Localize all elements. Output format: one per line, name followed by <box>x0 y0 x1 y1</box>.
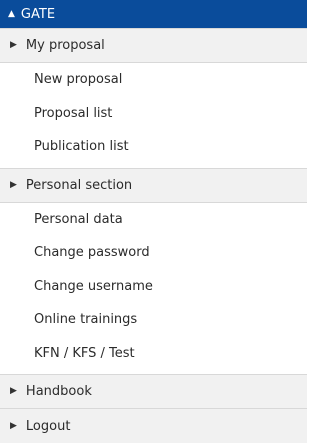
triangle-right-icon: ▶ <box>10 40 17 50</box>
section-label: My proposal <box>25 38 105 53</box>
gate-menu-title: GATE <box>20 6 56 22</box>
menu-item-proposal-list[interactable]: Proposal list <box>0 96 307 130</box>
section-label: Handbook <box>25 384 92 399</box>
menu-item-new-proposal[interactable]: New proposal <box>0 63 307 97</box>
menu-item-online-trainings[interactable]: Online trainings <box>0 303 307 337</box>
section-handbook[interactable]: ▶ Handbook <box>0 374 307 409</box>
menu-item-personal-data[interactable]: Personal data <box>0 202 307 236</box>
gate-menu: ▲ GATE ▶ My proposal New proposal Propos… <box>0 0 307 443</box>
menu-item-change-password[interactable]: Change password <box>0 236 307 270</box>
section-label: Personal section <box>25 177 133 193</box>
gate-menu-header[interactable]: ▲ GATE <box>0 0 307 28</box>
menu-item-publication-list[interactable]: Publication list <box>0 130 307 164</box>
section-logout[interactable]: ▶ Logout <box>0 409 307 443</box>
menu-item-kfn-kfs-test[interactable]: KFN / KFS / Test <box>0 336 307 370</box>
section-my-proposal[interactable]: ▶ My proposal <box>0 28 307 63</box>
section-label: Logout <box>25 418 71 434</box>
triangle-right-icon: ▶ <box>10 386 17 396</box>
section-personal-section[interactable]: ▶ Personal section <box>0 167 307 203</box>
triangle-right-icon: ▶ <box>10 420 17 431</box>
triangle-up-icon: ▲ <box>8 8 15 19</box>
triangle-right-icon: ▶ <box>10 179 17 190</box>
menu-item-change-username[interactable]: Change username <box>0 269 307 303</box>
